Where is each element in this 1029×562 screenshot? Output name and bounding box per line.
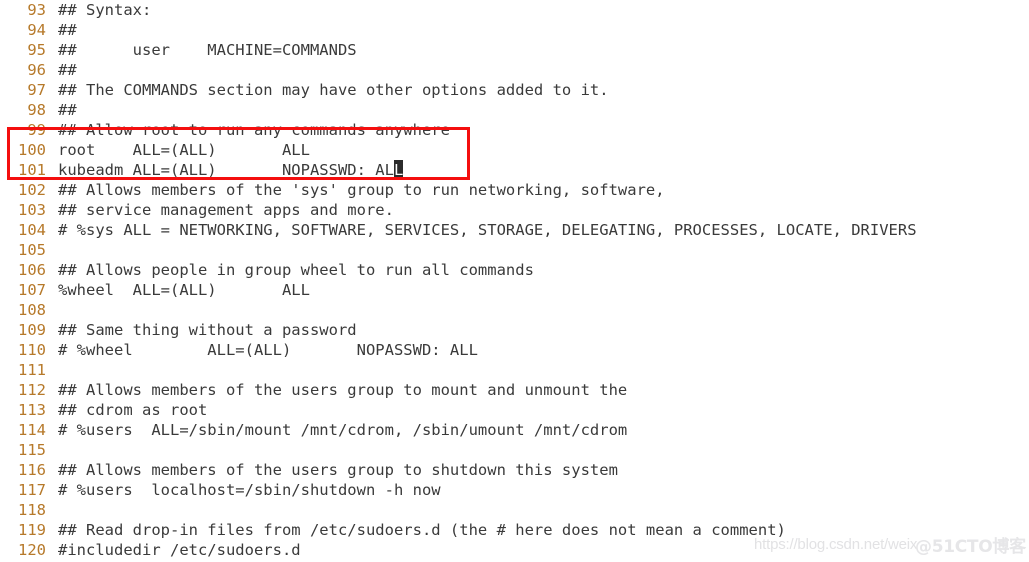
- code-line[interactable]: 109 ## Same thing without a password: [0, 320, 1029, 340]
- code-line[interactable]: 98 ##: [0, 100, 1029, 120]
- line-number: 103: [18, 201, 46, 219]
- line-number: 119: [18, 521, 46, 539]
- code-line-text: kubeadm ALL=(ALL) NOPASSWD: AL: [58, 161, 394, 179]
- code-line-text: #includedir /etc/sudoers.d: [58, 541, 301, 559]
- code-line[interactable]: 110 # %wheel ALL=(ALL) NOPASSWD: ALL: [0, 340, 1029, 360]
- code-line-text: ## The COMMANDS section may have other o…: [58, 81, 609, 99]
- code-line-text: ## Allows people in group wheel to run a…: [58, 261, 534, 279]
- code-line-text: ## Same thing without a password: [58, 321, 357, 339]
- line-number: 120: [18, 541, 46, 559]
- code-line-text: # %wheel ALL=(ALL) NOPASSWD: ALL: [58, 341, 478, 359]
- code-line[interactable]: 116 ## Allows members of the users group …: [0, 460, 1029, 480]
- code-line[interactable]: 94 ##: [0, 20, 1029, 40]
- line-number: 96: [27, 61, 46, 79]
- code-line[interactable]: 100 root ALL=(ALL) ALL: [0, 140, 1029, 160]
- line-number: 117: [18, 481, 46, 499]
- line-number: 118: [18, 501, 46, 519]
- line-number: 99: [27, 121, 46, 139]
- code-line[interactable]: 104 # %sys ALL = NETWORKING, SOFTWARE, SE…: [0, 220, 1029, 240]
- code-line-text: root ALL=(ALL) ALL: [58, 141, 310, 159]
- line-number: 104: [18, 221, 46, 239]
- code-line-text: ## service management apps and more.: [58, 201, 394, 219]
- line-number: 106: [18, 261, 46, 279]
- code-line-text: # %users ALL=/sbin/mount /mnt/cdrom, /sb…: [58, 421, 628, 439]
- code-line-list: 93 ## Syntax: 94 ## 95 ## user MACHINE=COMMAN…: [0, 0, 1029, 560]
- code-line[interactable]: 118: [0, 500, 1029, 520]
- code-line-text: # %sys ALL = NETWORKING, SOFTWARE, SERVI…: [58, 221, 917, 239]
- code-line-text: ## Allow root to run any commands anywhe…: [58, 121, 450, 139]
- code-line[interactable]: 93 ## Syntax:: [0, 0, 1029, 20]
- code-line[interactable]: 114 # %users ALL=/sbin/mount /mnt/cdrom, …: [0, 420, 1029, 440]
- line-number: 105: [18, 241, 46, 259]
- code-line[interactable]: 113 ## cdrom as root: [0, 400, 1029, 420]
- line-number: 102: [18, 181, 46, 199]
- code-line-text: ## Allows members of the 'sys' group to …: [58, 181, 665, 199]
- line-number: 111: [18, 361, 46, 379]
- line-number: 95: [27, 41, 46, 59]
- code-line-text: # %users localhost=/sbin/shutdown -h now: [58, 481, 441, 499]
- code-line[interactable]: 102 ## Allows members of the 'sys' group …: [0, 180, 1029, 200]
- code-editor-viewport[interactable]: 93 ## Syntax: 94 ## 95 ## user MACHINE=COMMAN…: [0, 0, 1029, 562]
- code-line-text: ##: [58, 61, 77, 79]
- code-line[interactable]: 97 ## The COMMANDS section may have other…: [0, 80, 1029, 100]
- code-line-text: ## Allows members of the users group to …: [58, 461, 618, 479]
- code-line[interactable]: 120 #includedir /etc/sudoers.d: [0, 540, 1029, 560]
- code-line[interactable]: 103 ## service management apps and more.: [0, 200, 1029, 220]
- code-line-text: ## Allows members of the users group to …: [58, 381, 628, 399]
- code-line[interactable]: 119 ## Read drop-in files from /etc/sudoe…: [0, 520, 1029, 540]
- code-line-text: ##: [58, 21, 77, 39]
- code-line-text: ## cdrom as root: [58, 401, 208, 419]
- line-number: 108: [18, 301, 46, 319]
- code-line[interactable]: 105: [0, 240, 1029, 260]
- code-line-text: ## Read drop-in files from /etc/sudoers.…: [58, 521, 786, 539]
- code-line[interactable]: 111: [0, 360, 1029, 380]
- code-line[interactable]: 107 %wheel ALL=(ALL) ALL: [0, 280, 1029, 300]
- line-number: 101: [18, 161, 46, 179]
- line-number: 94: [27, 21, 46, 39]
- code-line-text: ## Syntax:: [58, 1, 152, 19]
- line-number: 110: [18, 341, 46, 359]
- line-number: 107: [18, 281, 46, 299]
- line-number: 112: [18, 381, 46, 399]
- line-number: 116: [18, 461, 46, 479]
- code-line[interactable]: 112 ## Allows members of the users group …: [0, 380, 1029, 400]
- line-number: 97: [27, 81, 46, 99]
- line-number: 109: [18, 321, 46, 339]
- text-cursor: L: [393, 160, 404, 180]
- code-line[interactable]: 95 ## user MACHINE=COMMANDS: [0, 40, 1029, 60]
- line-number: 114: [18, 421, 46, 439]
- code-line[interactable]: 108: [0, 300, 1029, 320]
- code-line[interactable]: 101 kubeadm ALL=(ALL) NOPASSWD: AL L: [0, 160, 1029, 180]
- code-line[interactable]: 106 ## Allows people in group wheel to ru…: [0, 260, 1029, 280]
- code-line[interactable]: 99 ## Allow root to run any commands anyw…: [0, 120, 1029, 140]
- code-line[interactable]: 96 ##: [0, 60, 1029, 80]
- code-line[interactable]: 115: [0, 440, 1029, 460]
- line-number: 113: [18, 401, 46, 419]
- line-number: 100: [18, 141, 46, 159]
- line-number: 115: [18, 441, 46, 459]
- code-line-text: ## user MACHINE=COMMANDS: [58, 41, 357, 59]
- code-line-text: ##: [58, 101, 77, 119]
- line-number: 93: [27, 1, 46, 19]
- code-line[interactable]: 117 # %users localhost=/sbin/shutdown -h …: [0, 480, 1029, 500]
- code-line-text: %wheel ALL=(ALL) ALL: [58, 281, 310, 299]
- line-number: 98: [27, 101, 46, 119]
